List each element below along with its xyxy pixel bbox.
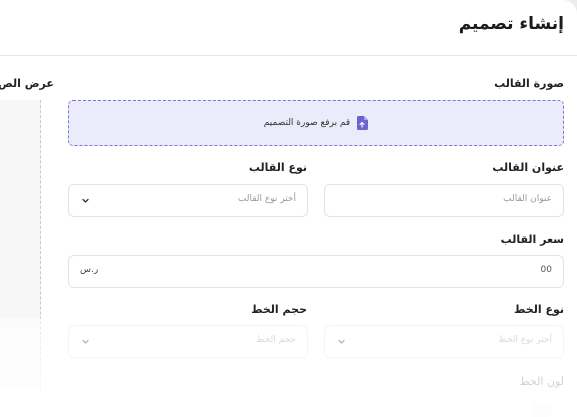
font-type-label: نوع الخط [514,303,564,316]
preview-panel-label: عرض الص [0,77,54,90]
chevron-down-icon [338,339,345,344]
template-title-input[interactable]: عنوان القالب [324,184,564,217]
font-type-placeholder: أختر نوع الخط [498,335,552,345]
page-title: إنشاء تصميم [458,14,564,34]
font-color-swatch[interactable] [533,404,551,417]
font-size-select[interactable]: حجم الخط [68,325,308,358]
font-size-label: حجم الخط [251,303,307,316]
template-image-label: صورة القالب [494,77,564,90]
upload-file-icon [357,116,369,130]
font-type-select[interactable]: أختر نوع الخط [324,325,564,358]
template-price-label: سعر القالب [500,233,564,246]
template-type-placeholder: أختر نوع القالب [237,194,296,204]
currency-unit: ر.س [80,265,99,275]
font-size-placeholder: حجم الخط [256,335,296,345]
upload-text: قم برفع صورة التصميم [263,118,351,128]
header: إنشاء تصميم [0,0,577,56]
preview-panel [0,100,41,390]
template-title-label: عنوان القالب [492,161,564,174]
template-type-label: نوع القالب [248,161,307,174]
create-design-card: إنشاء تصميم عرض الص صورة القالب قم برفع … [0,0,577,417]
template-price-input[interactable]: 00 ر.س [68,255,564,288]
template-title-placeholder: عنوان القالب [503,194,552,204]
template-type-select[interactable]: أختر نوع القالب [68,184,308,217]
chevron-down-icon [82,198,89,203]
upload-image-dropzone[interactable]: قم برفع صورة التصميم [68,100,564,146]
chevron-down-icon [82,339,89,344]
template-price-value: 00 [540,265,552,275]
font-color-label: لون الخط [519,375,564,388]
